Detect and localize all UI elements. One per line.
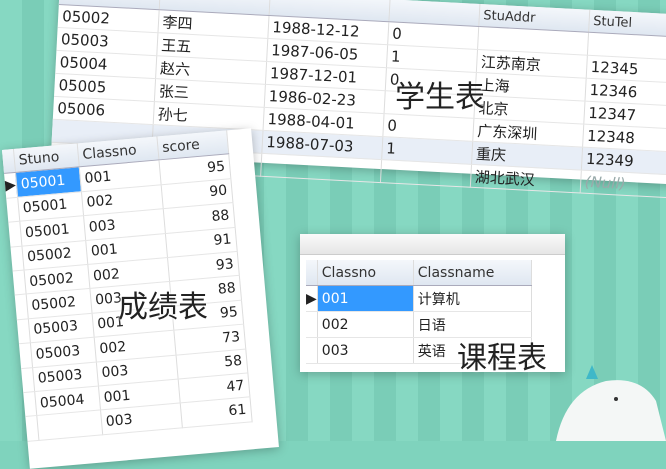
row-indicator — [306, 311, 318, 338]
table-cell[interactable] — [379, 159, 472, 188]
row-indicator — [306, 337, 318, 364]
course-header-row: Classno Classname — [306, 260, 532, 286]
table-cell[interactable]: 001 — [317, 285, 414, 312]
table-cell[interactable]: (Null) — [579, 170, 666, 198]
student-table-label: 学生表 — [395, 80, 485, 115]
table-cell[interactable]: 61 — [180, 397, 252, 428]
column-header-classno[interactable]: Classno — [317, 260, 414, 286]
row-pointer-icon: ▶ — [306, 285, 318, 312]
score-table-label: 成绩表 — [118, 290, 208, 325]
course-table-label: 课程表 — [457, 341, 547, 376]
toolbar-strip — [300, 234, 565, 255]
table-cell[interactable]: 003 — [317, 337, 414, 364]
row-indicator-header — [306, 260, 318, 286]
decorative-character-icon — [556, 365, 666, 441]
table-row[interactable]: ▶ 001 计算机 — [306, 285, 532, 312]
table-cell[interactable] — [36, 410, 103, 441]
table-cell[interactable]: 002 — [317, 311, 414, 338]
row-pointer-icon: ▶ — [4, 172, 18, 199]
column-header-classname[interactable]: Classname — [413, 260, 532, 286]
table-cell[interactable]: 计算机 — [413, 285, 532, 312]
